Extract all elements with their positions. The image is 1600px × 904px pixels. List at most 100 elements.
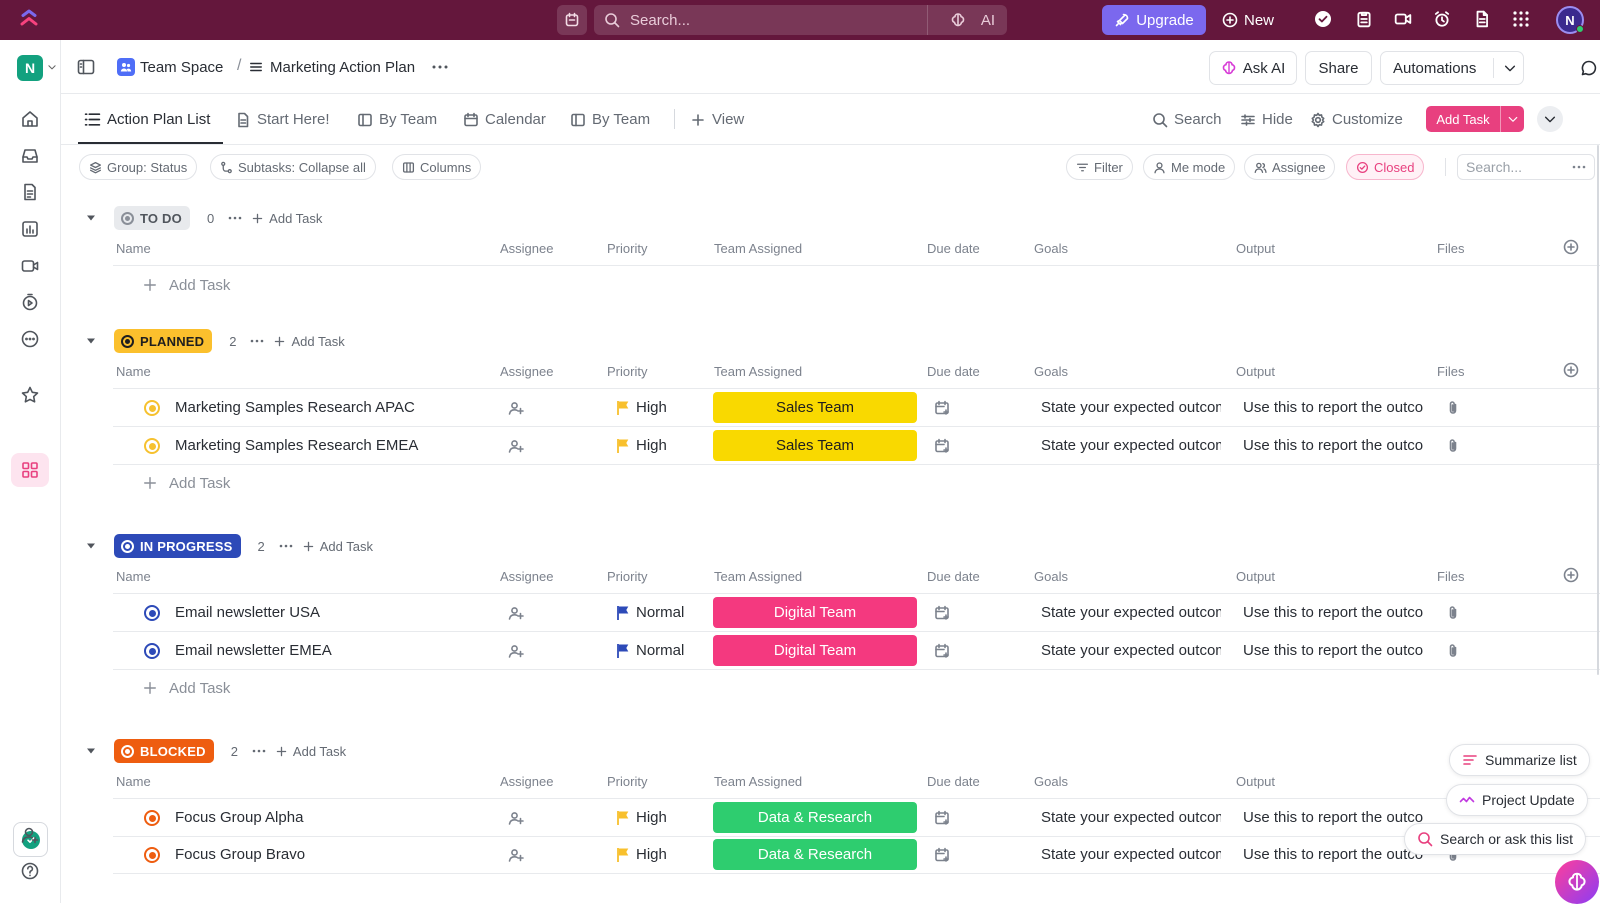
task-name[interactable]: Marketing Samples Research EMEA <box>175 437 418 454</box>
list-search-input[interactable]: Search... <box>1457 154 1595 180</box>
task-goal[interactable]: State your expected outcome <box>1041 809 1221 826</box>
help-icon[interactable] <box>20 861 40 881</box>
task-goal[interactable]: State your expected outcome <box>1041 642 1221 659</box>
add-assignee-icon[interactable] <box>508 810 524 826</box>
task-status-icon[interactable] <box>144 605 160 621</box>
tab-calendar[interactable]: Calendar <box>463 94 546 145</box>
task-priority[interactable]: High <box>636 809 667 826</box>
col-assignee[interactable]: Assignee <box>500 364 553 379</box>
task-output[interactable]: Use this to report the outcome <box>1243 604 1423 621</box>
status-pill-blocked[interactable]: BLOCKED <box>114 739 214 763</box>
automations-button[interactable]: Automations <box>1380 51 1524 85</box>
caret-down-icon[interactable] <box>80 214 102 222</box>
col-assignee[interactable]: Assignee <box>500 774 553 789</box>
add-column-icon[interactable] <box>1563 567 1579 583</box>
team-badge[interactable]: Data & Research <box>713 802 917 833</box>
list-more-icon[interactable] <box>432 40 448 94</box>
task-name[interactable]: Focus Group Alpha <box>175 809 303 826</box>
ai-assistant-icon[interactable] <box>1555 860 1599 904</box>
task-goal[interactable]: State your expected outcome <box>1041 399 1221 416</box>
col-name[interactable]: Name <box>116 569 151 584</box>
col-team[interactable]: Team Assigned <box>714 569 802 584</box>
team-badge[interactable]: Sales Team <box>713 392 917 423</box>
task-goal[interactable]: State your expected outcome <box>1041 846 1221 863</box>
task-row[interactable]: Email newsletter EMEA Normal Digital Tea… <box>113 632 1600 670</box>
col-assignee[interactable]: Assignee <box>500 569 553 584</box>
group-more-icon[interactable] <box>250 339 264 343</box>
due-date-icon[interactable] <box>934 847 950 863</box>
inline-add-task[interactable]: Add Task <box>143 673 230 703</box>
group-more-icon[interactable] <box>279 544 293 548</box>
chevron-down-icon[interactable] <box>1501 113 1524 125</box>
col-goals[interactable]: Goals <box>1034 569 1068 584</box>
breadcrumb-list[interactable]: Marketing Action Plan <box>249 40 415 94</box>
task-output[interactable]: Use this to report the outcome <box>1243 642 1423 659</box>
upgrade-button[interactable]: Upgrade <box>1102 5 1206 35</box>
group-more-icon[interactable] <box>252 749 266 753</box>
col-team[interactable]: Team Assigned <box>714 241 802 256</box>
col-output[interactable]: Output <box>1236 241 1275 256</box>
task-row[interactable]: Marketing Samples Research EMEA High Sal… <box>113 427 1600 465</box>
add-view-button[interactable]: View <box>690 94 744 145</box>
check-circle-icon[interactable] <box>1314 10 1332 28</box>
ask-ai-button[interactable]: Ask AI <box>1209 51 1297 85</box>
attachment-icon[interactable] <box>1445 643 1461 659</box>
collapse-toolbar-icon[interactable] <box>1537 106 1563 132</box>
attachment-icon[interactable] <box>1445 438 1461 454</box>
task-output[interactable]: Use this to report the outcome <box>1243 809 1423 826</box>
caret-down-icon[interactable] <box>80 747 102 755</box>
team-badge[interactable]: Sales Team <box>713 430 917 461</box>
filter-chip[interactable]: Filter <box>1066 154 1133 180</box>
ai-search-button[interactable]: AI <box>926 5 1007 35</box>
due-date-icon[interactable] <box>934 438 950 454</box>
scrollbar[interactable] <box>1597 145 1599 675</box>
due-date-icon[interactable] <box>934 810 950 826</box>
group-add-task-button[interactable]: Add Task <box>273 334 345 349</box>
due-date-icon[interactable] <box>934 643 950 659</box>
tab-by-team-board[interactable]: By Team <box>357 94 437 145</box>
group-add-task-button[interactable]: Add Task <box>302 539 373 554</box>
col-priority[interactable]: Priority <box>607 241 647 256</box>
task-row[interactable]: Focus Group Bravo High Data & Research S… <box>113 836 1600 874</box>
task-status-icon[interactable] <box>144 438 160 454</box>
col-team[interactable]: Team Assigned <box>714 774 802 789</box>
due-date-icon[interactable] <box>934 400 950 416</box>
col-goals[interactable]: Goals <box>1034 774 1068 789</box>
task-priority[interactable]: High <box>636 437 667 454</box>
group-add-task-button[interactable]: Add Task <box>251 211 322 226</box>
status-pill-todo[interactable]: TO DO <box>114 206 190 230</box>
task-goal[interactable]: State your expected outcome <box>1041 604 1221 621</box>
task-priority[interactable]: High <box>636 846 667 863</box>
task-status-icon[interactable] <box>144 847 160 863</box>
add-assignee-icon[interactable] <box>508 847 524 863</box>
col-goals[interactable]: Goals <box>1034 241 1068 256</box>
col-name[interactable]: Name <box>116 364 151 379</box>
col-due[interactable]: Due date <box>927 364 980 379</box>
inline-add-task[interactable]: Add Task <box>143 270 230 300</box>
document-icon[interactable] <box>1473 10 1491 28</box>
closed-chip[interactable]: Closed <box>1346 154 1425 180</box>
task-priority[interactable]: High <box>636 399 667 416</box>
team-badge[interactable]: Digital Team <box>713 635 917 666</box>
col-output[interactable]: Output <box>1236 569 1275 584</box>
col-files[interactable]: Files <box>1437 364 1464 379</box>
timesheet-icon[interactable] <box>20 292 40 312</box>
add-assignee-icon[interactable] <box>508 643 524 659</box>
col-priority[interactable]: Priority <box>607 774 647 789</box>
team-badge[interactable]: Data & Research <box>713 839 917 870</box>
task-status-icon[interactable] <box>144 810 160 826</box>
add-column-icon[interactable] <box>1563 239 1579 255</box>
chevron-down-icon[interactable] <box>47 62 57 72</box>
subtasks-chip[interactable]: Subtasks: Collapse all <box>210 154 376 180</box>
col-files[interactable]: Files <box>1437 569 1464 584</box>
add-column-icon[interactable] <box>1563 362 1579 378</box>
col-assignee[interactable]: Assignee <box>500 241 553 256</box>
status-pill-planned[interactable]: PLANNED <box>114 329 213 353</box>
task-row[interactable]: Marketing Samples Research APAC High Sal… <box>113 389 1600 427</box>
col-name[interactable]: Name <box>116 241 151 256</box>
video-camera-icon[interactable] <box>1394 10 1412 28</box>
dashboards-icon[interactable] <box>20 219 40 239</box>
col-due[interactable]: Due date <box>927 569 980 584</box>
col-team[interactable]: Team Assigned <box>714 364 802 379</box>
ask-list-button[interactable]: Search or ask this list <box>1404 823 1587 855</box>
